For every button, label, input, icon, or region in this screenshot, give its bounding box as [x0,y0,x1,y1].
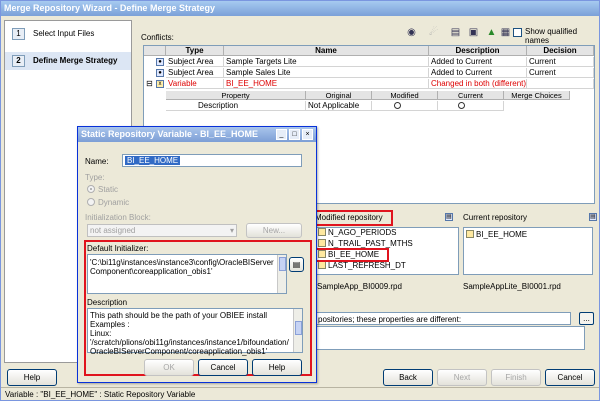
variable-icon [318,228,326,236]
cell-name: BI_EE_HOME [224,79,429,89]
finish-button[interactable]: Finish [491,369,541,386]
variable-icon [318,239,326,247]
subcolumn-merge-choices: Merge Choices [504,91,570,100]
initializer-scrollbar[interactable] [277,255,286,293]
selected-item-highlight [314,248,389,262]
tree-item[interactable]: BI_EE_HOME [466,230,527,240]
cell-description: Changed in both (different) [429,79,527,89]
subcolumn-property: Property [166,91,306,100]
step-label: Define Merge Strategy [33,56,118,65]
cell-description: Added to Current [429,68,527,78]
name-value: BI_EE_HOME [125,156,181,165]
expression-builder-button[interactable]: ▤ [289,257,304,272]
description-label: Description [87,298,128,307]
cell-description: Added to Current [429,57,527,67]
description-textarea[interactable]: This path should be the path of your OBI… [87,308,303,356]
minimize-icon[interactable]: _ [276,129,287,140]
step-number: 2 [12,55,25,67]
subject-area-icon: ● [156,58,164,66]
cell-modified [372,101,438,111]
default-initializer-textarea[interactable]: 'C:\bi11g\instances\instance3\config\Ora… [87,254,287,294]
maximize-icon[interactable]: □ [289,129,300,140]
modified-radio[interactable] [394,102,401,109]
cell-original: Not Applicable [306,101,372,111]
next-button[interactable]: Next [437,369,487,386]
column-header-type[interactable]: Type [166,46,224,56]
column-header-decision[interactable]: Decision [527,46,594,56]
step-number: 1 [12,28,25,40]
modified-repo-settings-icon[interactable]: ▤ [445,213,453,221]
static-radio-label: Static [98,185,119,194]
collapse-icon[interactable]: ⊟ [146,79,153,88]
column-header-description[interactable]: Description [429,46,527,56]
variable-icon [318,261,326,269]
binoculars-icon[interactable]: ◉ [405,26,418,39]
close-icon[interactable]: × [302,129,313,140]
cell-name: Sample Targets Lite [224,57,429,67]
ok-button[interactable]: OK [144,359,194,376]
subject-area-icon: ● [156,69,164,77]
cell-decision[interactable] [527,79,594,89]
cell-property: Description [166,101,306,111]
cell-decision[interactable]: Current [527,68,594,78]
step-define-merge-strategy[interactable]: 2 Define Merge Strategy [5,52,131,70]
help-button[interactable]: Help [7,369,57,386]
status-bar: Variable : "BI_EE_HOME" : Static Reposit… [1,387,599,400]
cell-name: Sample Sales Lite [224,68,429,78]
name-input[interactable]: BI_EE_HOME [122,154,302,167]
current-repository-file: SampleAppLite_BI0001.rpd [463,282,561,291]
init-block-label: Initialization Block: [85,213,151,222]
current-radio[interactable] [458,102,465,109]
new-init-block-button[interactable]: New... [246,223,302,238]
chevron-down-icon: ▾ [229,226,234,235]
default-initializer-label: Default Initializer: [87,244,149,253]
export-icon[interactable]: ▲ [485,26,498,39]
properties-ellipsis-button[interactable]: ... [579,312,594,325]
static-repository-variable-dialog: Static Repository Variable - BI_EE_HOME … [77,126,317,383]
variable-icon [466,230,474,238]
cell-current [438,101,504,111]
properties-icon[interactable]: ▦ [499,26,512,39]
modified-repository-file: SampleApp_BI0009.rpd [317,282,402,291]
variable-icon: x [156,80,164,88]
modified-repository-label: Modified repository [315,213,383,222]
tree-item[interactable]: LAST_REFRESH_DT [318,261,406,271]
subcolumn-current: Current [438,91,504,100]
column-header-expander [144,46,166,56]
window-title: Merge Repository Wizard - Define Merge S… [1,1,599,16]
show-qualified-names-label: Show qualified names [525,27,578,45]
dynamic-radio-label: Dynamic [98,198,130,207]
columns-icon[interactable]: ▤ [449,26,462,39]
subcolumn-modified: Modified [372,91,438,100]
current-repo-settings-icon[interactable]: ▤ [589,213,597,221]
dialog-cancel-button[interactable]: Cancel [198,359,248,376]
cell-type: Subject Area [166,57,224,67]
cell-decision[interactable]: Current [527,57,594,67]
description-scrollbar[interactable] [293,309,302,352]
step-label: Select Input Files [33,29,95,38]
init-block-select[interactable]: not assigned ▾ [87,224,237,237]
subcolumn-original: Original [306,91,372,100]
conflicts-label: Conflicts: [141,33,174,42]
cell-type: Subject Area [166,68,224,78]
dialog-help-button[interactable]: Help [252,359,302,376]
find-next-icon[interactable]: ☄ [427,26,440,39]
current-repository-tree: BI_EE_HOME [463,227,593,275]
properties-message: positories; these properties are differe… [315,312,571,325]
current-repository-label: Current repository [463,213,528,222]
tree-item[interactable]: N_AGO_PERIODS [318,228,396,238]
static-radio[interactable] [87,185,95,193]
name-label: Name: [85,157,109,166]
cell-type: Variable [166,79,224,89]
step-select-input-files[interactable]: 1 Select Input Files [5,25,131,43]
show-qualified-names-checkbox[interactable] [513,28,522,37]
type-label: Type: [85,173,105,182]
back-button[interactable]: Back [383,369,433,386]
cancel-button[interactable]: Cancel [545,369,595,386]
properties-area [315,326,585,350]
column-header-name[interactable]: Name [224,46,429,56]
dynamic-radio[interactable] [87,198,95,206]
save-icon[interactable]: ▣ [467,26,480,39]
